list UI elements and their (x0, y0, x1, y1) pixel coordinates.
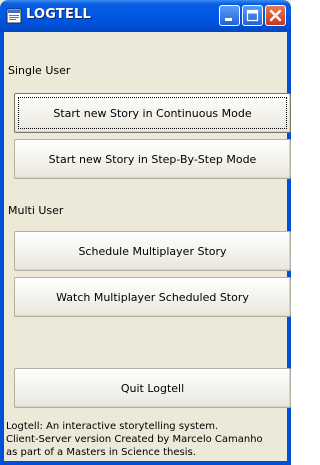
watch-multiplayer-story-label: Watch Multiplayer Scheduled Story (56, 290, 249, 304)
start-continuous-story-label: Start new Story in Continuous Mode (53, 106, 252, 120)
minimize-button[interactable] (219, 5, 240, 26)
quit-button[interactable]: Quit Logtell (14, 368, 291, 408)
minimize-icon (225, 18, 232, 21)
window-title: LOGTELL (26, 7, 92, 22)
title-bar[interactable]: LOGTELL (0, 0, 291, 32)
maximize-icon (246, 9, 259, 22)
start-step-by-step-story-button[interactable]: Start new Story in Step-By-Step Mode (14, 139, 291, 179)
schedule-multiplayer-story-button[interactable]: Schedule Multiplayer Story (14, 231, 291, 271)
maximize-button[interactable] (242, 5, 263, 26)
window-frame-bottom (0, 461, 291, 465)
app-window: LOGTELL Single User Start new Story in C… (0, 0, 291, 465)
start-continuous-story-button[interactable]: Start new Story in Continuous Mode (14, 93, 291, 133)
schedule-multiplayer-story-label: Schedule Multiplayer Story (78, 244, 227, 258)
quit-label: Quit Logtell (120, 381, 185, 395)
watch-multiplayer-story-button[interactable]: Watch Multiplayer Scheduled Story (14, 277, 291, 317)
multi-user-heading: Multi User (8, 204, 64, 217)
about-line-3: as part of a Masters in Science thesis. (6, 447, 196, 458)
about-line-1: Logtell: An interactive storytelling sys… (6, 421, 219, 432)
close-button[interactable] (265, 5, 286, 26)
app-icon (6, 8, 22, 24)
main-panel: Single User Start new Story in Continuou… (4, 32, 291, 461)
single-user-heading: Single User (8, 64, 71, 77)
close-icon (269, 9, 282, 22)
start-step-by-step-story-label: Start new Story in Step-By-Step Mode (48, 152, 257, 166)
about-text: Logtell: An interactive storytelling sys… (6, 420, 287, 459)
about-line-2: Client-Server version Created by Marcelo… (6, 434, 263, 445)
